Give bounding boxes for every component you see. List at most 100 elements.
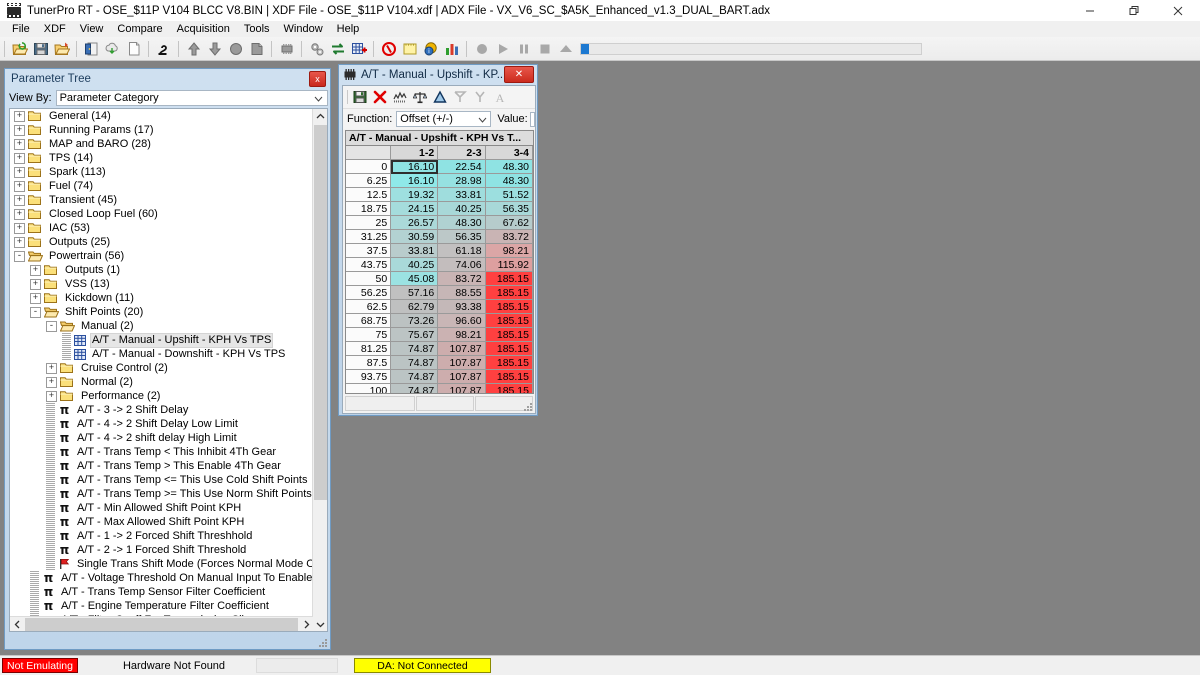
table-cell[interactable]: 185.15 — [485, 271, 533, 286]
chart-icon[interactable] — [441, 39, 462, 59]
table-window-close-button[interactable]: ✕ — [504, 66, 534, 83]
table-cell[interactable]: 33.81 — [437, 187, 486, 202]
table-cell[interactable]: 74.87 — [390, 355, 439, 370]
menu-acquisition[interactable]: Acquisition — [170, 21, 237, 37]
tree-item[interactable]: + General (14) — [10, 109, 313, 123]
notes-icon[interactable] — [399, 39, 420, 59]
parameter-tree-list[interactable]: + General (14) + Running Params (17) + MAP an… — [10, 109, 313, 631]
tree-hscroll-thumb[interactable] — [25, 618, 298, 631]
expand-icon[interactable]: + — [14, 194, 25, 206]
table-cell[interactable]: 185.15 — [485, 369, 533, 384]
graph-icon[interactable] — [390, 88, 410, 107]
tree-item[interactable]: + Spark (113) — [10, 165, 313, 179]
tree-item[interactable]: + Outputs (25) — [10, 235, 313, 249]
expand-icon[interactable]: + — [14, 180, 25, 192]
table-cell[interactable]: 107.87 — [437, 369, 486, 384]
table-cell[interactable]: 93.38 — [437, 299, 486, 314]
table-cell[interactable]: 74.87 — [390, 341, 439, 356]
tree-horizontal-scrollbar[interactable] — [10, 616, 313, 631]
table-cell[interactable]: 115.92 — [485, 257, 533, 272]
tree-item[interactable]: π A/T - Trans Temp >= This Use Norm Shift… — [10, 487, 313, 501]
close-table-icon[interactable] — [370, 88, 390, 107]
table-cell[interactable]: 185.15 — [485, 355, 533, 370]
table-cell[interactable]: 30.59 — [390, 229, 439, 244]
table-cell[interactable]: 26.57 — [390, 215, 439, 230]
chip-tool-icon[interactable] — [276, 39, 297, 59]
row-header[interactable]: 100 — [346, 383, 392, 393]
table-cell[interactable]: 83.72 — [437, 271, 486, 286]
open-adx-icon[interactable] — [102, 39, 123, 59]
tree-item[interactable]: π A/T - 2 -> 1 Forced Shift Threshold — [10, 543, 313, 557]
table-cell[interactable]: 74.87 — [390, 383, 439, 393]
table-cell[interactable]: 185.15 — [485, 313, 533, 328]
row-header[interactable]: 43.75 — [346, 257, 392, 272]
tree-item[interactable]: π A/T - Engine Temperature Filter Coeffic… — [10, 599, 313, 613]
swap-icon[interactable] — [327, 39, 348, 59]
tree-item[interactable]: π A/T - Max Allowed Shift Point KPH — [10, 515, 313, 529]
open-recent-icon[interactable] — [51, 39, 72, 59]
view-by-combo[interactable]: Parameter Category — [55, 90, 328, 106]
expand-icon[interactable]: + — [14, 236, 25, 248]
tree-item[interactable]: + TPS (14) — [10, 151, 313, 165]
tree-item[interactable]: + Performance (2) — [10, 389, 313, 403]
download-icon[interactable] — [204, 39, 225, 59]
table-cell[interactable]: 185.15 — [485, 341, 533, 356]
menu-file[interactable]: File — [5, 21, 37, 37]
row-header[interactable]: 56.25 — [346, 285, 392, 300]
expand-icon[interactable]: + — [46, 390, 57, 402]
collapse-icon[interactable]: - — [46, 320, 57, 332]
menu-tools[interactable]: Tools — [237, 21, 277, 37]
tree-item[interactable]: A/T - Manual - Downshift - KPH Vs TPS — [10, 347, 313, 361]
table-cell[interactable]: 40.25 — [437, 201, 486, 216]
tree-item[interactable]: + MAP and BARO (28) — [10, 137, 313, 151]
table-cell[interactable]: 96.60 — [437, 313, 486, 328]
tree-item[interactable]: + Outputs (1) — [10, 263, 313, 277]
expand-icon[interactable]: + — [14, 208, 25, 220]
table-cell[interactable]: 28.98 — [437, 173, 486, 188]
table-cell[interactable]: 24.15 — [390, 201, 439, 216]
expand-icon[interactable]: + — [14, 152, 25, 164]
tree-item[interactable]: + IAC (53) — [10, 221, 313, 235]
maximize-button[interactable] — [1112, 0, 1156, 21]
scroll-right-arrow-icon[interactable] — [299, 617, 313, 631]
delta-icon[interactable] — [430, 88, 450, 107]
row-header[interactable]: 75 — [346, 327, 392, 342]
table-cell[interactable]: 56.35 — [437, 229, 486, 244]
menu-help[interactable]: Help — [330, 21, 367, 37]
table-cell[interactable]: 16.10 — [390, 173, 439, 188]
table-cell[interactable]: 107.87 — [437, 383, 486, 393]
table-cell[interactable]: 57.16 — [390, 285, 439, 300]
table-cell[interactable]: 40.25 — [390, 257, 439, 272]
tree-scroll-thumb[interactable] — [314, 125, 327, 500]
expand-icon[interactable]: + — [14, 166, 25, 178]
table-cell[interactable]: 185.15 — [485, 327, 533, 342]
row-header[interactable]: 81.25 — [346, 341, 392, 356]
tree-item[interactable]: + Kickdown (11) — [10, 291, 313, 305]
table-cell[interactable]: 98.21 — [437, 327, 486, 342]
table-cell[interactable]: 185.15 — [485, 285, 533, 300]
table-cell[interactable]: 62.79 — [390, 299, 439, 314]
tree-item[interactable]: + Closed Loop Fuel (60) — [10, 207, 313, 221]
tree-item[interactable]: - Shift Points (20) — [10, 305, 313, 319]
tree-item[interactable]: π A/T - 4 -> 2 shift delay High Limit — [10, 431, 313, 445]
row-header[interactable]: 6.25 — [346, 173, 392, 188]
table-cell[interactable]: 16.10 — [390, 159, 439, 174]
row-header[interactable]: 87.5 — [346, 355, 392, 370]
tree-item[interactable]: + Cruise Control (2) — [10, 361, 313, 375]
expand-icon[interactable]: + — [30, 264, 41, 276]
table-cell[interactable]: 83.72 — [485, 229, 533, 244]
column-header[interactable]: 2-3 — [437, 146, 486, 160]
menu-xdf[interactable]: XDF — [37, 21, 73, 37]
table-cell[interactable]: 107.87 — [437, 355, 486, 370]
table-cell[interactable]: 33.81 — [390, 243, 439, 258]
menu-window[interactable]: Window — [277, 21, 330, 37]
table-cell[interactable]: 107.87 — [437, 341, 486, 356]
function-combo[interactable]: Offset (+/-) — [396, 111, 492, 127]
new-file-icon[interactable] — [123, 39, 144, 59]
row-header[interactable]: 50 — [346, 271, 392, 286]
menu-compare[interactable]: Compare — [110, 21, 169, 37]
row-header[interactable]: 25 — [346, 215, 392, 230]
row-header[interactable]: 18.75 — [346, 201, 392, 216]
table-cell[interactable]: 185.15 — [485, 299, 533, 314]
open-xdf-icon[interactable] — [81, 39, 102, 59]
